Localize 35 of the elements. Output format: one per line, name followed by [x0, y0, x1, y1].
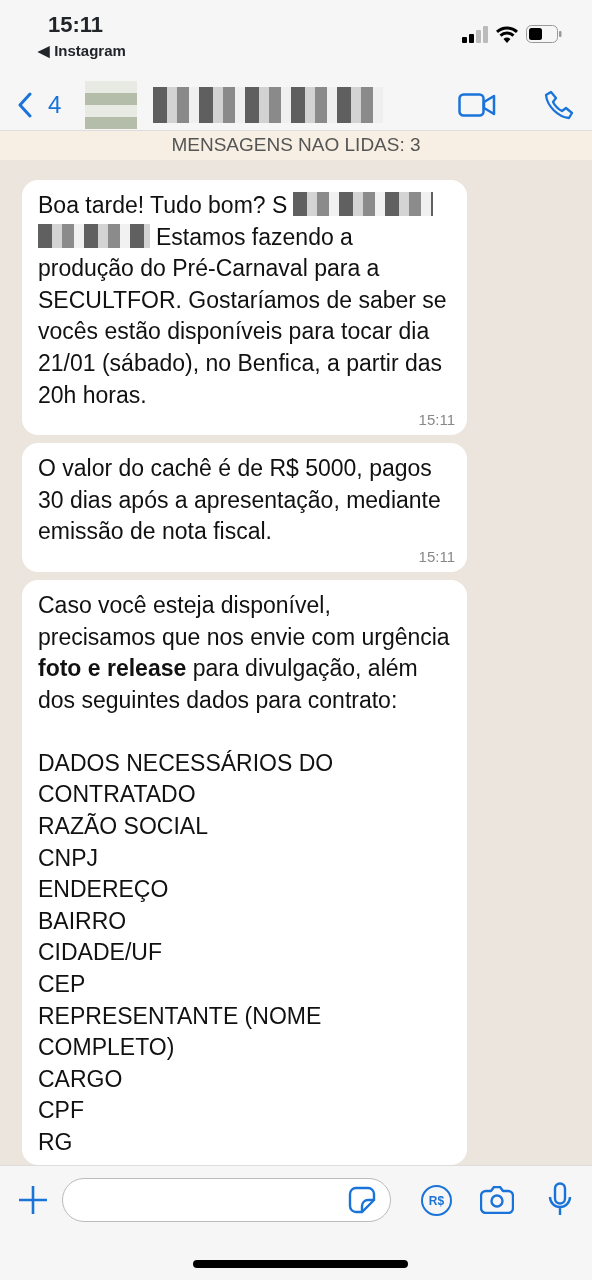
signal-icon: [462, 25, 488, 43]
clock-time: 15:11: [47, 11, 105, 39]
phone-call-icon[interactable]: [544, 90, 574, 120]
message-text: Caso você esteja disponível, precisamos que nos envie com urgência foto e release para divulgação, além dos seguintes dados para contrato:: [38, 590, 451, 715]
message-text: Boa tarde! Tudo bom? S: [38, 191, 288, 220]
battery-icon: [526, 25, 562, 43]
message-line: DADOS NECESSÁRIOS DO CONTRATADO: [38, 748, 335, 810]
message-line: REPRESENTANTE (NOME COMPLETO): [38, 1001, 323, 1063]
message-text: Estamos fazendo a: [156, 222, 353, 252]
payment-button[interactable]: R$: [421, 1185, 452, 1216]
message-time: 15:11: [417, 547, 455, 566]
message-line: ENDEREÇO: [38, 875, 170, 905]
message-time: 15:11: [417, 411, 455, 430]
back-to-app-link[interactable]: ◀ Instagram: [38, 40, 126, 62]
message-line: CNPJ: [38, 843, 100, 873]
message-line: RAZÃO SOCIAL: [38, 812, 209, 841]
message-line: BAIRRO: [38, 906, 128, 936]
camera-icon[interactable]: [480, 1186, 514, 1214]
sticker-icon[interactable]: [348, 1186, 376, 1214]
message-text: O valor do cachê é de R$ 5000, pagos 30 dias após a apresentação, mediante emissão de nota fiscal.: [38, 454, 442, 547]
message-line: CEP: [38, 969, 87, 999]
message-line: CARGO: [38, 1064, 124, 1094]
wifi-icon: [496, 25, 518, 43]
message-line: CPF: [38, 1096, 85, 1126]
message-line: CIDADE/UF: [38, 938, 163, 968]
message-input-field[interactable]: [62, 1178, 391, 1222]
message-text: produção do Pré-Carnaval para a SECULTFOR. Gostaríamos de saber se vocês estão disponíveis para tocar dia 21/01 (sábado), no Benfica, a partir das 20h horas.: [38, 254, 448, 410]
add-icon[interactable]: [18, 1185, 48, 1215]
message-line: RG: [38, 1127, 74, 1157]
back-button[interactable]: 4: [18, 87, 62, 123]
microphone-icon[interactable]: [548, 1182, 572, 1216]
unread-messages-banner: MENSAGENS NAO LIDAS: 3: [0, 130, 592, 160]
redacted-avatar: [85, 81, 138, 129]
video-call-icon[interactable]: [458, 93, 496, 117]
back-icon[interactable]: [18, 92, 32, 118]
